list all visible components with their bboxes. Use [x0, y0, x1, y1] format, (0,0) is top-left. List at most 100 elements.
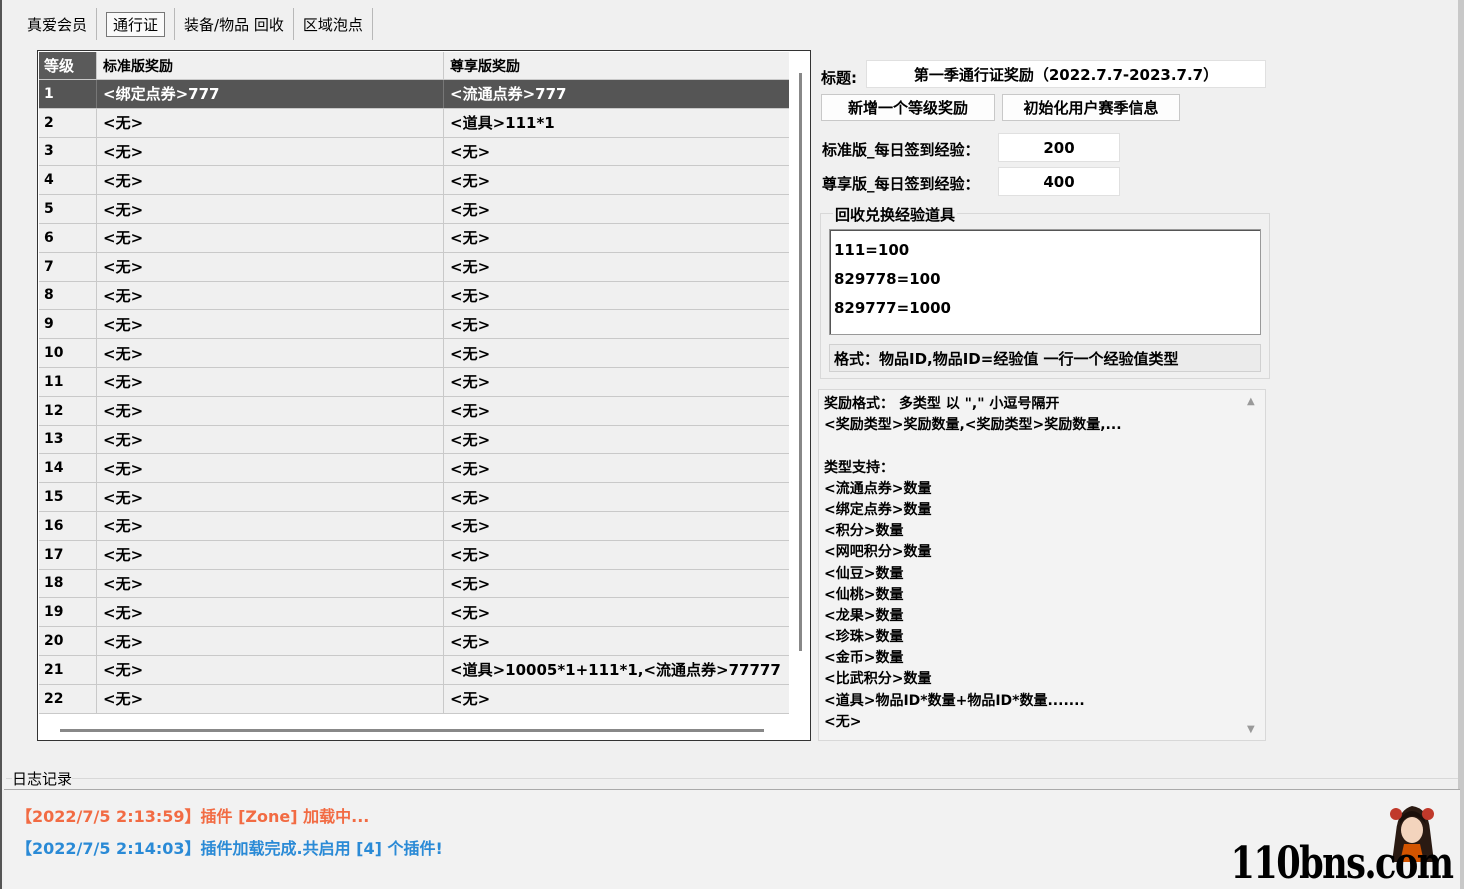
- level-cell[interactable]: 1: [39, 80, 97, 108]
- title-input[interactable]: 第一季通行证奖励（2022.7.7-2023.7.7）: [866, 60, 1266, 88]
- premium-reward-cell[interactable]: <道具>10005*1+111*1,<流通点券>77777: [444, 656, 789, 684]
- premium-reward-cell[interactable]: <流通点券>777: [444, 80, 789, 108]
- table-row[interactable]: 9 <无> <无>: [39, 310, 789, 340]
- standard-reward-cell[interactable]: <无>: [97, 137, 444, 166]
- tab-battle-pass[interactable]: 通行证: [97, 8, 176, 40]
- level-cell[interactable]: 12: [39, 396, 97, 425]
- table-row[interactable]: 8 <无> <无>: [39, 281, 789, 311]
- premium-reward-cell[interactable]: <无>: [444, 339, 789, 367]
- standard-reward-cell[interactable]: <无>: [97, 454, 444, 483]
- col-header-standard[interactable]: 标准版奖励: [97, 52, 444, 79]
- level-cell[interactable]: 11: [39, 367, 97, 396]
- table-row[interactable]: 10 <无> <无>: [39, 339, 789, 368]
- table-row[interactable]: 5 <无> <无>: [39, 195, 789, 224]
- standard-reward-cell[interactable]: <无>: [97, 223, 444, 252]
- table-row[interactable]: 20 <无> <无>: [39, 627, 789, 656]
- reward-format-help[interactable]: 奖励格式： 多类型 以 "," 小逗号隔开 <奖励类型>奖励数量,<奖励类型>奖励…: [818, 389, 1266, 741]
- tab-equipment-recycle[interactable]: 装备/物品 回收: [175, 8, 294, 40]
- standard-reward-cell[interactable]: <无>: [97, 684, 444, 713]
- table-row[interactable]: 13 <无> <无>: [39, 425, 789, 455]
- table-row[interactable]: 22 <无> <无>: [39, 684, 789, 714]
- premium-reward-cell[interactable]: <无>: [444, 224, 789, 252]
- table-row[interactable]: 3 <无> <无>: [39, 137, 789, 167]
- table-row[interactable]: 19 <无> <无>: [39, 598, 789, 628]
- init-season-button[interactable]: 初始化用户赛季信息: [1002, 94, 1180, 121]
- vip-exp-input[interactable]: 400: [998, 167, 1120, 196]
- level-cell[interactable]: 14: [39, 454, 97, 483]
- premium-reward-cell[interactable]: <无>: [444, 310, 789, 338]
- standard-reward-cell[interactable]: <无>: [97, 195, 444, 223]
- premium-reward-cell[interactable]: <无>: [444, 570, 789, 598]
- standard-reward-cell[interactable]: <无>: [97, 483, 444, 511]
- premium-reward-cell[interactable]: <无>: [444, 627, 789, 655]
- grid-horizontal-scrollbar[interactable]: [60, 729, 764, 732]
- level-cell[interactable]: 9: [39, 310, 97, 339]
- level-cell[interactable]: 6: [39, 223, 97, 252]
- standard-reward-cell[interactable]: <无>: [97, 540, 444, 569]
- level-cell[interactable]: 3: [39, 137, 97, 166]
- premium-reward-cell[interactable]: <道具>111*1: [444, 109, 789, 137]
- table-row[interactable]: 11 <无> <无>: [39, 367, 789, 397]
- premium-reward-cell[interactable]: <无>: [444, 454, 789, 482]
- standard-reward-cell[interactable]: <无>: [97, 425, 444, 454]
- level-cell[interactable]: 16: [39, 511, 97, 540]
- premium-reward-cell[interactable]: <无>: [444, 166, 789, 194]
- premium-reward-cell[interactable]: <无>: [444, 195, 789, 223]
- premium-reward-cell[interactable]: <无>: [444, 282, 789, 310]
- level-cell[interactable]: 5: [39, 195, 97, 223]
- tab-vip-member[interactable]: 真爱会员: [18, 8, 98, 40]
- premium-reward-cell[interactable]: <无>: [444, 426, 789, 454]
- recycle-textarea[interactable]: 111=100 829778=100 829777=1000: [829, 229, 1261, 335]
- scroll-up-icon[interactable]: ▲: [1247, 396, 1255, 407]
- table-row[interactable]: 16 <无> <无>: [39, 511, 789, 541]
- standard-reward-cell[interactable]: <无>: [97, 108, 444, 137]
- standard-reward-cell[interactable]: <无>: [97, 310, 444, 339]
- level-cell[interactable]: 2: [39, 108, 97, 137]
- standard-reward-cell[interactable]: <无>: [97, 166, 444, 195]
- premium-reward-cell[interactable]: <无>: [444, 512, 789, 540]
- standard-reward-cell[interactable]: <无>: [97, 569, 444, 598]
- tab-area-points[interactable]: 区域泡点: [294, 8, 373, 40]
- standard-reward-cell[interactable]: <无>: [97, 367, 444, 396]
- premium-reward-cell[interactable]: <无>: [444, 598, 789, 626]
- standard-reward-cell[interactable]: <无>: [97, 511, 444, 540]
- table-row[interactable]: 17 <无> <无>: [39, 540, 789, 570]
- col-header-level[interactable]: 等级: [39, 52, 97, 79]
- table-row[interactable]: 14 <无> <无>: [39, 454, 789, 484]
- standard-reward-cell[interactable]: <绑定点券>777: [97, 80, 444, 108]
- level-cell[interactable]: 20: [39, 627, 97, 655]
- scroll-down-icon[interactable]: ▼: [1247, 724, 1255, 735]
- table-row[interactable]: 18 <无> <无>: [39, 569, 789, 599]
- level-cell[interactable]: 13: [39, 425, 97, 454]
- standard-reward-cell[interactable]: <无>: [97, 655, 444, 684]
- reward-grid[interactable]: 等级 标准版奖励 尊享版奖励 1 <绑定点券>777 <流通点券>777 2 <无> <道…: [37, 50, 811, 741]
- level-cell[interactable]: 15: [39, 483, 97, 511]
- level-cell[interactable]: 22: [39, 684, 97, 713]
- level-cell[interactable]: 19: [39, 598, 97, 627]
- premium-reward-cell[interactable]: <无>: [444, 138, 789, 166]
- table-row[interactable]: 21 <无> <道具>10005*1+111*1,<流通点券>77777: [39, 655, 789, 685]
- level-cell[interactable]: 4: [39, 166, 97, 195]
- level-cell[interactable]: 21: [39, 655, 97, 684]
- add-level-reward-button[interactable]: 新增一个等级奖励: [821, 94, 995, 121]
- std-exp-input[interactable]: 200: [998, 133, 1120, 162]
- grid-vertical-scrollbar[interactable]: [799, 73, 802, 651]
- table-row[interactable]: 7 <无> <无>: [39, 252, 789, 282]
- level-cell[interactable]: 8: [39, 281, 97, 310]
- premium-reward-cell[interactable]: <无>: [444, 541, 789, 569]
- level-cell[interactable]: 10: [39, 339, 97, 367]
- table-row[interactable]: 15 <无> <无>: [39, 483, 789, 512]
- table-row[interactable]: 2 <无> <道具>111*1: [39, 108, 789, 138]
- table-row[interactable]: 1 <绑定点券>777 <流通点券>777: [39, 80, 789, 109]
- premium-reward-cell[interactable]: <无>: [444, 397, 789, 425]
- premium-reward-cell[interactable]: <无>: [444, 685, 789, 713]
- level-cell[interactable]: 7: [39, 252, 97, 281]
- table-row[interactable]: 4 <无> <无>: [39, 166, 789, 196]
- standard-reward-cell[interactable]: <无>: [97, 396, 444, 425]
- level-cell[interactable]: 17: [39, 540, 97, 569]
- premium-reward-cell[interactable]: <无>: [444, 253, 789, 281]
- col-header-premium[interactable]: 尊享版奖励: [444, 52, 789, 79]
- premium-reward-cell[interactable]: <无>: [444, 368, 789, 396]
- table-row[interactable]: 6 <无> <无>: [39, 223, 789, 253]
- table-row[interactable]: 12 <无> <无>: [39, 396, 789, 426]
